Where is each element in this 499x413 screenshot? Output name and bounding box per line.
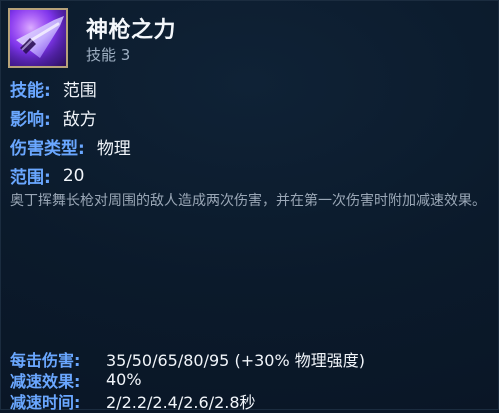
spear-skill-icon bbox=[8, 8, 68, 68]
stat-key: 伤害类型: bbox=[10, 139, 85, 159]
skill-tooltip: 神枪之力 技能 3 技能: 范围 影响: 敌方 伤害类型: 物理 范围: 20 … bbox=[0, 0, 499, 412]
stat-key: 技能: bbox=[10, 81, 51, 101]
detail-row-slow-duration: 减速时间: 2/2.2/2.4/2.6/2.8秒 bbox=[10, 390, 490, 412]
skill-description: 奥丁挥舞长枪对周围的敌人造成两次伤害，并在第一次伤害时附加减速效果。 bbox=[10, 193, 486, 209]
stat-value: 物理 bbox=[96, 139, 131, 159]
detail-key: 减速时间: bbox=[10, 392, 81, 412]
detail-row-damage-per-hit: 每击伤害: 35/50/65/80/95 (+30% 物理强度) bbox=[10, 348, 490, 370]
skill-title: 神枪之力 bbox=[86, 18, 177, 43]
detail-row-slow: 减速效果: 40% bbox=[10, 369, 490, 391]
skill-details: 每击伤害: 35/50/65/80/95 (+30% 物理强度) 减速效果: 4… bbox=[10, 348, 490, 412]
stat-row-skill-type: 技能: 范围 bbox=[10, 74, 480, 103]
stat-row-range: 范围: 20 bbox=[10, 161, 480, 190]
detail-value: 2/2.2/2.4/2.6/2.8秒 bbox=[106, 392, 256, 412]
stat-row-affects: 影响: 敌方 bbox=[10, 103, 480, 132]
detail-value: 40% bbox=[106, 370, 142, 389]
skill-stats: 技能: 范围 影响: 敌方 伤害类型: 物理 范围: 20 bbox=[10, 74, 480, 190]
stat-value: 20 bbox=[62, 165, 85, 186]
detail-value: 35/50/65/80/95 (+30% 物理强度) bbox=[106, 350, 365, 370]
stat-value: 敌方 bbox=[62, 110, 97, 130]
stat-key: 范围: bbox=[10, 168, 51, 188]
stat-value: 范围 bbox=[62, 81, 97, 101]
stat-row-damage-type: 伤害类型: 物理 bbox=[10, 132, 480, 161]
stat-key: 影响: bbox=[10, 110, 51, 130]
skill-subtitle: 技能 3 bbox=[86, 46, 131, 64]
